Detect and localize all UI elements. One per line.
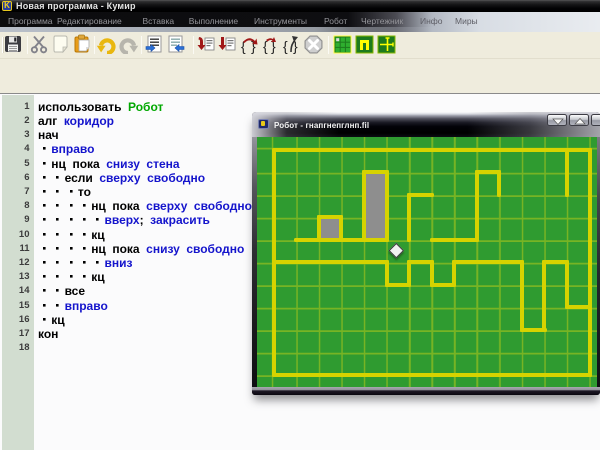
svg-text:{: { — [283, 38, 288, 54]
